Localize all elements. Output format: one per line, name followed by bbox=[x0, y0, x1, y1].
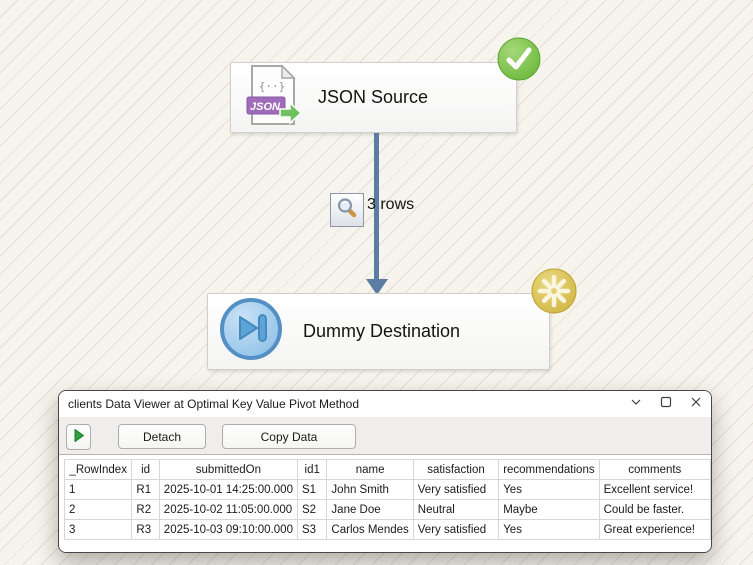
cell[interactable]: S2 bbox=[296, 499, 328, 520]
cell[interactable]: John Smith bbox=[326, 479, 414, 500]
table-row[interactable]: 1 R1 2025-10-01 14:25:00.000 S1 John Smith Ve… bbox=[63, 479, 711, 500]
destination-node-label: Dummy Destination bbox=[303, 321, 461, 341]
svg-text:{··}: {··} bbox=[259, 80, 286, 93]
column-header[interactable]: satisfaction bbox=[412, 459, 500, 480]
column-header[interactable]: id bbox=[131, 459, 160, 480]
cell[interactable]: Jane Doe bbox=[326, 499, 414, 520]
continue-button[interactable] bbox=[66, 424, 91, 450]
column-header[interactable]: id1 bbox=[296, 459, 328, 480]
svg-text:JSON: JSON bbox=[250, 101, 281, 113]
cell[interactable]: Very satisfied bbox=[412, 479, 500, 500]
maximize-button[interactable] bbox=[651, 391, 681, 417]
row-count-label: 3 rows bbox=[367, 196, 415, 213]
spinner-badge-icon bbox=[531, 268, 577, 319]
cell[interactable]: S1 bbox=[296, 479, 328, 500]
cell[interactable]: Neutral bbox=[412, 499, 500, 520]
window-title: clients Data Viewer at Optimal Key Value… bbox=[68, 397, 360, 411]
close-icon bbox=[690, 395, 702, 413]
grid-area: _RowIndex id submittedOn id1 name satisfactio… bbox=[59, 455, 711, 552]
cell[interactable]: Maybe bbox=[498, 499, 600, 520]
check-badge-icon bbox=[497, 37, 541, 86]
cell[interactable]: 2025-10-02 11:05:00.000 bbox=[158, 499, 298, 520]
cell[interactable]: Yes bbox=[498, 479, 600, 500]
cell[interactable]: 2 bbox=[63, 499, 133, 520]
cell[interactable]: Excellent service! bbox=[598, 479, 711, 500]
cell[interactable]: 3 bbox=[63, 519, 133, 540]
data-grid: _RowIndex id submittedOn id1 name satisfactio… bbox=[63, 459, 711, 540]
cell[interactable]: 2025-10-01 14:25:00.000 bbox=[158, 479, 298, 500]
header-row: _RowIndex id submittedOn id1 name satisfactio… bbox=[63, 459, 711, 480]
table-row[interactable]: 3 R3 2025-10-03 09:10:00.000 S3 Carlos Mende… bbox=[63, 519, 711, 540]
cell[interactable]: 1 bbox=[63, 479, 133, 500]
column-header[interactable]: submittedOn bbox=[158, 459, 298, 480]
chevron-down-icon bbox=[630, 395, 642, 413]
cell[interactable]: 2025-10-03 09:10:00.000 bbox=[158, 519, 298, 540]
cell[interactable]: Could be faster. bbox=[598, 499, 711, 520]
source-node[interactable]: {··} JSON JSON Source bbox=[230, 62, 517, 133]
column-header[interactable]: name bbox=[326, 459, 414, 480]
cell[interactable]: R2 bbox=[131, 499, 160, 520]
copy-data-button[interactable]: Copy Data bbox=[222, 424, 356, 449]
cell[interactable]: S3 bbox=[296, 519, 328, 540]
minimize-button[interactable] bbox=[621, 391, 651, 417]
cell[interactable]: Great experience! bbox=[598, 519, 711, 540]
column-header[interactable]: comments bbox=[598, 459, 711, 480]
cell[interactable]: Yes bbox=[498, 519, 600, 540]
magnifier-icon bbox=[335, 196, 359, 225]
cell[interactable]: R1 bbox=[131, 479, 160, 500]
dataflow-designer-canvas: { "pipeline": { "source": { "label": "JS… bbox=[0, 0, 753, 565]
column-header[interactable]: recommendations bbox=[498, 459, 600, 480]
data-viewer-window: clients Data Viewer at Optimal Key Value… bbox=[58, 390, 712, 553]
title-bar[interactable]: clients Data Viewer at Optimal Key Value… bbox=[59, 391, 711, 418]
table-row[interactable]: 2 R2 2025-10-02 11:05:00.000 S2 Jane Doe Neut… bbox=[63, 499, 711, 520]
viewer-toolbar: Detach Copy Data bbox=[59, 418, 711, 455]
destination-node[interactable]: Dummy Destination bbox=[207, 293, 550, 370]
close-button[interactable] bbox=[681, 391, 711, 417]
play-icon bbox=[74, 428, 84, 445]
maximize-icon bbox=[660, 395, 672, 413]
source-node-label: JSON Source bbox=[318, 87, 429, 107]
data-viewer-magnifier-button[interactable] bbox=[330, 193, 364, 227]
cell[interactable]: Carlos Mendes bbox=[326, 519, 414, 540]
detach-button[interactable]: Detach bbox=[118, 424, 206, 449]
cell[interactable]: R3 bbox=[131, 519, 160, 540]
cell[interactable]: Very satisfied bbox=[412, 519, 500, 540]
column-header[interactable]: _RowIndex bbox=[63, 459, 133, 480]
json-file-icon: {··} JSON bbox=[244, 64, 303, 131]
skip-end-icon bbox=[219, 297, 283, 366]
